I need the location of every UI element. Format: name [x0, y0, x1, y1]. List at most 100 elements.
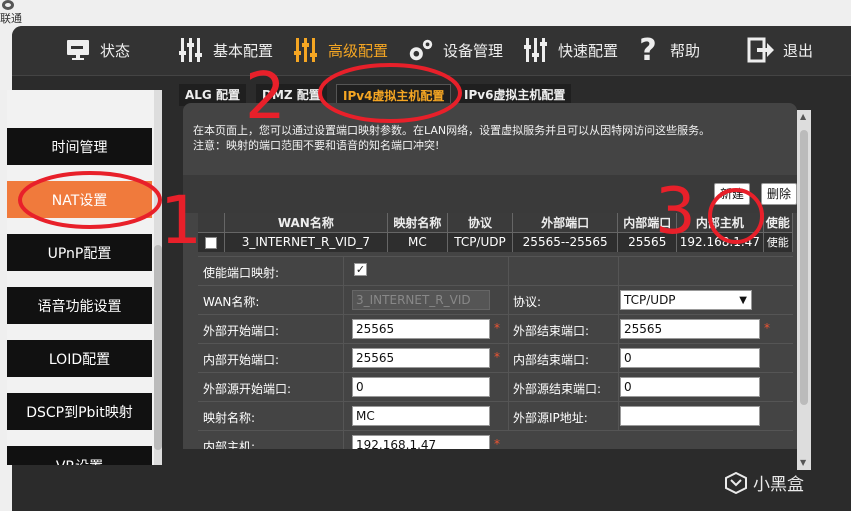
form-row: 映射名称: MC 外部源IP地址:: [198, 401, 793, 430]
wan-select[interactable]: 3_INTERNET_R_VID: [352, 290, 490, 310]
notice-line: 在本页面上，您可以通过设置端口映射参数。在LAN网络，设置虚拟服务并且可以从因特…: [193, 124, 711, 137]
src-end-label: 外部源结束端口:: [513, 382, 602, 396]
nav-logout[interactable]: 退出: [747, 34, 813, 66]
divider: [618, 315, 619, 343]
form-row: WAN名称: 3_INTERNET_R_VID 协议: TCP/UDP ▼: [198, 285, 793, 314]
col-map-name: 映射名称: [387, 213, 448, 232]
sidebar-item-loid-config[interactable]: LOID配置: [7, 340, 152, 377]
nav-basic-config[interactable]: 基本配置: [177, 34, 273, 66]
sidebar-item-vr-settings[interactable]: VR设置: [7, 446, 152, 465]
watermark-logo-icon: [725, 471, 747, 494]
advanced-sliders-icon: [292, 36, 320, 64]
nav-label: 退出: [783, 41, 814, 60]
col-int-host: 内部主机: [676, 213, 764, 232]
notice-line: 注意：映射的端口范围不要和语音的知名端口冲突!: [193, 139, 440, 152]
nav-label: 快速配置: [558, 41, 619, 60]
logo-mark-icon: [2, 0, 14, 10]
divider: [343, 257, 344, 285]
ext-end-label: 外部结束端口:: [513, 324, 590, 338]
col-select: [198, 213, 225, 232]
col-enable: 使能: [763, 213, 793, 232]
required-mark: *: [494, 321, 500, 335]
int-start-port-input[interactable]: 25565: [352, 348, 490, 368]
required-mark: *: [494, 350, 500, 364]
enable-label: 使能端口映射:: [203, 266, 280, 280]
divider: [343, 431, 344, 449]
table-row[interactable]: 3_INTERNET_R_VID_7 MC TCP/UDP 25565--255…: [198, 231, 793, 252]
ext-start-port-input[interactable]: 25565: [352, 319, 490, 339]
chevron-down-icon: ▼: [739, 295, 747, 306]
col-wan-name: WAN名称: [224, 213, 388, 232]
sliders-icon: [177, 36, 205, 64]
form-row: 使能端口映射: ✓: [198, 256, 793, 285]
divider: [508, 402, 509, 430]
col-int-port: 内部端口: [617, 213, 678, 232]
protocol-select[interactable]: TCP/UDP ▼: [620, 290, 752, 310]
scroll-thumb[interactable]: [800, 130, 808, 405]
main-panel: 在本页面上，您可以通过设置端口映射参数。在LAN网络，设置虚拟服务并且可以从因特…: [183, 103, 797, 449]
required-mark: *: [494, 437, 500, 449]
form-row: 外部源开始端口: 0 外部源结束端口: 0: [198, 372, 793, 401]
watermark-text: 小黑盒: [753, 475, 804, 495]
delete-button[interactable]: 删除: [761, 183, 797, 205]
wan-label: WAN名称:: [203, 295, 260, 309]
nav-advanced-config[interactable]: 高级配置: [292, 34, 388, 66]
port-mapping-table: WAN名称 映射名称 协议 外部端口 内部端口 内部主机 使能 3_INTERN…: [198, 213, 793, 252]
ext-start-label: 外部开始端口:: [203, 324, 280, 338]
divider: [508, 344, 509, 372]
sidebar-item-time-management[interactable]: 时间管理: [7, 128, 152, 165]
form-row: 外部开始端口: 25565 * 外部结束端口: 25565 *: [198, 314, 793, 343]
divider: [343, 373, 344, 401]
main-scrollbar[interactable]: ▲ ▼: [797, 110, 811, 470]
action-bar: 新建 删除: [183, 175, 797, 213]
sidebar-item-upnp-config[interactable]: UPnP配置: [7, 234, 152, 271]
row-select-cell[interactable]: [198, 231, 225, 252]
protocol-label: 协议:: [513, 295, 542, 309]
sidebar-item-voice-settings[interactable]: 语音功能设置: [7, 287, 152, 324]
src-end-port-input[interactable]: 0: [620, 377, 760, 397]
col-protocol: 协议: [447, 213, 514, 232]
src-start-port-input[interactable]: 0: [352, 377, 490, 397]
scroll-thumb[interactable]: [154, 245, 162, 450]
gears-icon: [407, 36, 435, 64]
nav-label: 状态: [100, 41, 131, 60]
cell-int-port: 25565: [617, 231, 678, 252]
enable-checkbox[interactable]: ✓: [354, 263, 367, 276]
table-header-row: WAN名称 映射名称 协议 外部端口 内部端口 内部主机 使能: [198, 213, 793, 232]
nav-status[interactable]: 状态: [64, 34, 130, 66]
brand-logo: 联通: [0, 0, 30, 26]
int-end-port-input[interactable]: 0: [620, 348, 760, 368]
divider: [618, 402, 619, 430]
sidebar-item-dscp-pbit[interactable]: DSCP到Pbit映射: [7, 393, 152, 430]
scroll-down-icon[interactable]: ▼: [800, 458, 806, 467]
map-name-input[interactable]: MC: [352, 406, 490, 426]
logo-text: 联通: [0, 12, 22, 25]
src-start-label: 外部源开始端口:: [203, 382, 292, 396]
nav-help[interactable]: ? 帮助: [634, 33, 701, 68]
cell-wan: 3_INTERNET_R_VID_7: [224, 231, 388, 252]
cell-enable: 使能: [763, 231, 793, 252]
scroll-up-icon[interactable]: ▲: [800, 112, 806, 121]
watermark: 小黑盒: [725, 470, 804, 495]
nav-label: 基本配置: [213, 41, 274, 60]
ext-end-port-input[interactable]: 25565: [620, 319, 760, 339]
logout-icon: [747, 36, 775, 64]
nav-label: 帮助: [670, 41, 701, 60]
sliders-icon: [522, 36, 550, 64]
divider: [343, 344, 344, 372]
row-checkbox[interactable]: [204, 236, 217, 249]
nav-quick-config[interactable]: 快速配置: [522, 34, 618, 66]
host-input[interactable]: 192.168.1.47: [352, 435, 490, 449]
nav-device-management[interactable]: 设备管理: [407, 34, 503, 66]
divider: [508, 257, 509, 285]
divider: [508, 315, 509, 343]
page-notice: 在本页面上，您可以通过设置端口映射参数。在LAN网络，设置虚拟服务并且可以从因特…: [193, 123, 783, 153]
map-name-label: 映射名称:: [203, 411, 256, 425]
new-button[interactable]: 新建: [714, 183, 751, 205]
src-ip-input[interactable]: [620, 406, 760, 426]
sidebar-item-nat-settings[interactable]: NAT设置: [7, 181, 152, 218]
sidebar-scrollbar[interactable]: [154, 90, 162, 465]
host-label: 内部主机:: [203, 440, 256, 449]
divider: [343, 286, 344, 314]
divider: [343, 315, 344, 343]
